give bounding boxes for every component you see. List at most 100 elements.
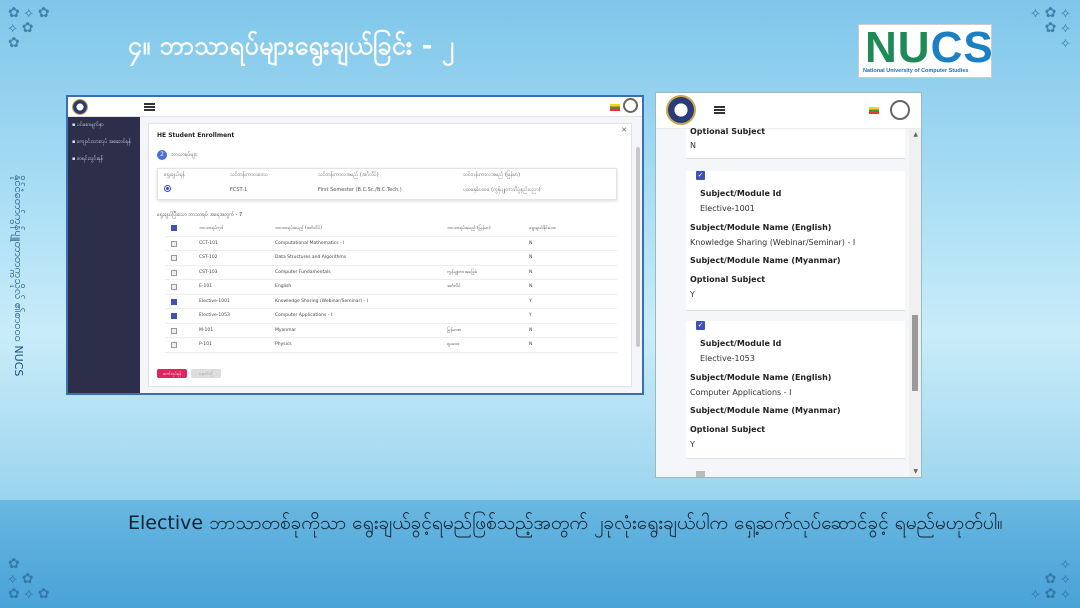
mobile-subject-screenshot: Optional Subject N ✓ Subject/Module Id E… [655, 92, 922, 478]
row-code: E-101 [199, 284, 213, 289]
header-name-en: ဘာသာရပ်အမည် (အင်္ဂလိပ်) [275, 226, 323, 231]
semester-header-2: သင်တန်းကာလအမည် (အင်္ဂလိပ်) [318, 172, 379, 178]
row-name-mm: မြန်မာစာ [447, 327, 462, 333]
scroll-down-icon[interactable]: ▼ [913, 468, 918, 475]
optional-subject-label: Optional Subject [690, 275, 766, 284]
semester-header-3: သင်တန်းကာလအမည် (မြန်မာ) [463, 172, 520, 178]
table-row: Elective-1053 Computer Applications - I … [165, 309, 617, 324]
myanmar-flag-icon[interactable] [869, 107, 879, 114]
slide: ✿ ⟡ ✿ ⟡ ✿ ✿ ⟡ ✿ ⟡ ✿ ⟡ ⟡ ✿ ⟡ ✿ ✿ ⟡ ✿ ⟡ ✿ ⟡ ⟡ ✿ ⟡ … [0, 0, 1080, 608]
continue-button[interactable]: ဆက်လုပ်ရန် [157, 369, 187, 378]
row-name-en: English [275, 284, 292, 289]
semester-code: FCST-1 [230, 187, 248, 193]
row-optional: N [529, 240, 533, 246]
avatar[interactable] [890, 100, 910, 120]
optional-subject-value: Y [690, 440, 695, 449]
myanmar-flag-icon[interactable] [610, 104, 620, 111]
row-code: CCT-101 [199, 240, 218, 246]
page-title: HE Student Enrollment [157, 132, 235, 139]
slide-caption: Elective ဘာသာတစ်ခုကိုသာ ရွေးချယ်ခွင့်ရမည… [128, 512, 1003, 534]
scrollbar-track[interactable]: ▲ ▼ [909, 129, 921, 477]
header-optional: ရွေးချယ်နိုင်သော [529, 226, 557, 231]
optional-subject-value: N [690, 141, 696, 150]
subject-card-elective-1053: ✓ Subject/Module Id Elective-1053 Subjec… [686, 321, 905, 459]
row-checkbox[interactable] [171, 284, 177, 290]
row-checkbox[interactable] [171, 298, 177, 305]
row-optional: N [529, 255, 533, 260]
table-row: CST-102 Data Structures and Algorithms N [165, 251, 617, 266]
enrollment-card: HE Student Enrollment ✕ 2 ဘာသာရပ်များ ရွ… [148, 123, 632, 387]
row-checkbox[interactable] [171, 313, 177, 319]
scroll-up-icon[interactable]: ▲ [913, 131, 918, 138]
side-text-label: နိုင်ငံတော်ကွန်ပျူတာတက္ကသိုလ် ၏စာဝ၀၀ NUC… [12, 175, 25, 377]
optional-subject-label: Optional Subject [690, 127, 766, 136]
row-optional: N [529, 327, 533, 333]
row-name-mm: အင်္ဂလိပ် [447, 284, 461, 289]
subject-name-en-value: Computer Applications - I [690, 388, 792, 397]
subject-card-previous: Optional Subject N [686, 127, 905, 159]
header-code: ဘာသာရပ်ကုဒ် [199, 226, 224, 231]
subject-checkbox[interactable]: ✓ [696, 171, 705, 180]
university-seal-icon [72, 99, 88, 115]
corner-decoration-bottom-right: ⟡ ✿ ⟡ ⟡ ✿ ⟡ [1030, 556, 1070, 602]
sidebar-item-student[interactable]: ▪ ကျောင်းသားလုပ် အဆောင်ရန် [68, 134, 140, 151]
subject-card-elective-1001: ✓ Subject/Module Id Elective-1001 Subjec… [686, 171, 905, 311]
subject-name-en-value: Knowledge Sharing (Webinar/Seminar) - I [690, 238, 856, 247]
scrollbar-thumb[interactable] [912, 315, 918, 391]
step-label: ဘာသာရပ်များ [171, 151, 198, 158]
semester-radio[interactable] [164, 185, 171, 192]
sidebar-item-enroll[interactable]: ▪ စာရင်းသွင်းရန် [68, 151, 140, 168]
semester-box: ရွေးချယ်ရန် သင်တန်းကာလဒေသ သင်တန်းကာလအမည်… [157, 168, 617, 200]
row-checkbox[interactable] [171, 255, 177, 261]
sidebar-item-home[interactable]: ▪ ပင်မစာမျက်နှာ [68, 117, 140, 134]
table-row: M-101 Myanmar မြန်မာစာ N [165, 324, 617, 338]
back-button[interactable]: နောက်သို့ [191, 369, 221, 378]
row-optional: N [529, 284, 533, 289]
table-row: Elective-1001 Knowledge Sharing (Webinar… [165, 295, 617, 309]
close-icon[interactable]: ✕ [621, 126, 627, 134]
subject-checkbox[interactable]: ✓ [696, 321, 705, 330]
table-row: E-101 English အင်္ဂလိပ် N [165, 280, 617, 295]
row-code: P-101 [199, 342, 212, 347]
table-row: CST-103 Computer Fundamentals ကွန်ပျူတာအ… [165, 266, 617, 280]
row-checkbox[interactable] [171, 240, 177, 247]
subject-name-en-label: Subject/Module Name (English) [690, 223, 832, 232]
row-checkbox[interactable] [171, 327, 177, 334]
scrollbar[interactable] [636, 147, 640, 347]
step-number: 2 [157, 150, 167, 160]
semester-header-1: သင်တန်းကာလဒေသ [230, 172, 268, 178]
subject-name-mm-label: Subject/Module Name (Myanmar) [690, 406, 841, 415]
row-optional: Y [529, 313, 532, 318]
main-area: HE Student Enrollment ✕ 2 ဘာသာရပ်များ ရွ… [140, 117, 642, 393]
university-seal-icon [666, 95, 696, 125]
row-optional: Y [529, 298, 532, 304]
sidebar: ▪ ပင်မစာမျက်နှာ ▪ ကျောင်းသားလုပ် အဆောင်ရ… [68, 117, 140, 393]
menu-icon[interactable] [714, 106, 725, 114]
corner-decoration-top-right: ⟡ ✿ ⟡ ✿ ⟡ ⟡ [1030, 5, 1070, 51]
enrollment-screenshot: ▪ ပင်မစာမျက်နှာ ▪ ကျောင်းသားလုပ် အဆောင်ရ… [66, 95, 644, 395]
row-name-en: Data Structures and Algorithms [275, 255, 347, 260]
row-code: Elective-1053 [199, 313, 230, 318]
table-header: ဘာသာရပ်ကုဒ် ဘာသာရပ်အမည် (အင်္ဂလိပ်) ဘာသာ… [165, 222, 617, 237]
table-row: CCT-101 Computational Mathematics - I N [165, 237, 617, 251]
corner-decoration-top-left: ✿ ⟡ ✿ ⟡ ✿ ✿ [8, 5, 50, 51]
side-vertical-text: နိုင်ငံတော်ကွန်ပျူတာတက္ကသိုလ် ၏စာဝ၀၀ NUC… [2, 175, 30, 412]
row-checkbox[interactable] [171, 269, 177, 276]
subjects-table: ဘာသာရပ်ကုဒ် ဘာသာရပ်အမည် (အင်္ဂလိပ်) ဘာသာ… [165, 222, 617, 353]
row-code: Elective-1001 [199, 298, 230, 304]
row-name-en: Myanmar [275, 327, 297, 333]
mobile-top-bar [656, 93, 921, 129]
avatar[interactable] [623, 98, 638, 113]
subject-id-value: Elective-1053 [700, 354, 755, 363]
optional-subject-value: Y [690, 290, 695, 299]
next-checkbox-partial[interactable] [696, 471, 705, 477]
subject-name-en-label: Subject/Module Name (English) [690, 373, 832, 382]
select-all-checkbox[interactable] [171, 225, 177, 231]
menu-icon[interactable] [144, 103, 155, 111]
subject-id-label: Subject/Module Id [700, 339, 782, 348]
row-checkbox[interactable] [171, 342, 177, 348]
row-name-en: Computational Mathematics - I [275, 240, 345, 246]
subject-id-label: Subject/Module Id [700, 189, 782, 198]
table-row: P-101 Physics ရူပဗေဒ N [165, 338, 617, 353]
logo-subtitle: National University of Computer Studies [863, 68, 969, 74]
